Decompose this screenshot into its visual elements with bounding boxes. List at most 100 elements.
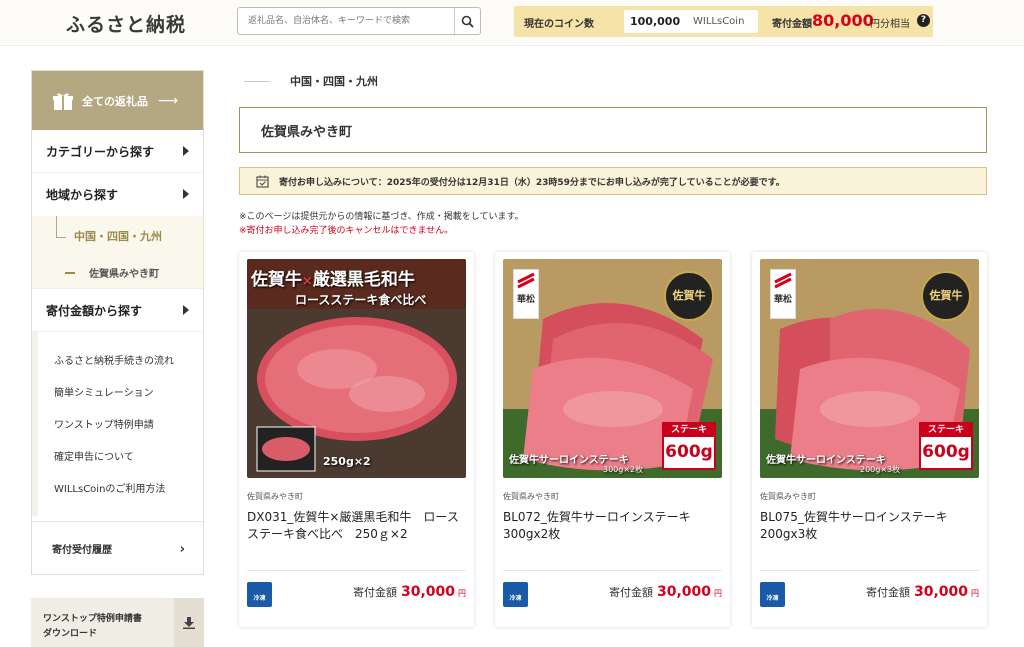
divider [503, 570, 722, 571]
tag-top: ステーキ [921, 424, 971, 437]
weight-tag: ステーキ 600g [662, 422, 716, 470]
tag-weight: 600g [665, 442, 713, 462]
cancel-note: ※寄付お申し込み完了後のキャンセルはできません。 [239, 226, 454, 236]
all-items-button[interactable]: 全ての返礼品 ⟶ [32, 71, 203, 130]
help-icon[interactable]: ? [917, 14, 930, 27]
site-logo[interactable]: ふるさと納税 [66, 10, 186, 37]
notice-text: 寄付お申し込みについて：2025年の受付分は12月31日（水）23時59分までに… [279, 177, 785, 188]
weight-tag: ステーキ 600g [919, 422, 973, 470]
product-name[interactable]: BL072_佐賀牛サーロインステーキ300gx2枚 [503, 509, 725, 543]
sidebar-item-label: 地域から探す [46, 188, 119, 202]
sidebar-item-region[interactable]: 地域から探す [32, 173, 203, 216]
download-label-line1: ワンストップ特例申請書 [43, 614, 142, 624]
freeze-icon: 冷凍 [503, 582, 528, 607]
sidebar-links: ふるさと納税手続きの流れ 簡単シミュレーション ワンストップ特例申請 確定申告に… [32, 332, 203, 516]
tag-weight: 600g [922, 442, 970, 462]
sidebar-item-category[interactable]: カテゴリーから探す [32, 130, 203, 173]
brand-logo: 華松 [513, 269, 539, 319]
download-label-line2: ダウンロード [43, 629, 98, 639]
history-label: 寄付受付履歴 [52, 545, 112, 556]
product-card[interactable]: 佐賀牛×厳選黒毛和牛 ロースステーキ食べ比べ 250g×2 佐賀県みやき町 DX… [239, 252, 474, 627]
price-value: 30,000 [400, 584, 455, 600]
coin-value: 100,000 [630, 15, 681, 28]
sidebar-item-label: カテゴリーから探す [46, 144, 155, 159]
sidebar: 全ての返礼品 ⟶ カテゴリーから探す 地域から探す 中国・四国・九州 佐賀県みや… [31, 70, 204, 575]
donation-unit: 円分相当 [870, 19, 910, 30]
breadcrumb: 中国・四国・九州 [244, 73, 378, 89]
product-image[interactable]: 佐賀牛×厳選黒毛和牛 ロースステーキ食べ比べ 250g×2 [247, 259, 466, 478]
tag-top: ステーキ [664, 424, 714, 437]
coin-unit: WILLsCoin [693, 16, 745, 27]
search-input[interactable] [238, 8, 454, 34]
sidebar-link[interactable]: ワンストップ特例申請 [38, 410, 203, 442]
price-label: 寄付金額 [352, 586, 397, 599]
product-card[interactable]: 華松 佐賀牛 佐賀牛サーロインステーキ 300g×2枚 ステーキ 600g 佐賀… [495, 252, 730, 627]
product-price: 寄付金額 30,000 円 [353, 584, 466, 600]
product-name[interactable]: BL075_佐賀牛サーロインステーキ200gx3枚 [760, 509, 982, 543]
price-unit: 円 [714, 589, 722, 598]
freeze-icon: 冷凍 [247, 582, 272, 607]
page-title: 佐賀県みやき町 [239, 107, 987, 153]
coin-bar: 現在のコイン数 100,000 WILLsCoin 寄付金額 80,000 円分… [514, 6, 933, 37]
sidebar-subitem-municipality[interactable]: 佐賀県みやき町 [32, 256, 203, 289]
triangle-right-icon [183, 146, 189, 156]
download-button[interactable]: ワンストップ特例申請書 ダウンロード [31, 598, 204, 647]
calendar-check-icon [256, 175, 269, 188]
triangle-right-icon [183, 305, 189, 315]
image-title-part: 佐賀牛 [251, 270, 302, 290]
search-icon [461, 15, 474, 28]
gift-icon [53, 93, 73, 110]
all-items-label: 全ての返礼品 [82, 94, 148, 108]
download-label: ワンストップ特例申請書 ダウンロード [43, 612, 142, 642]
sidebar-link[interactable]: 簡単シミュレーション [38, 378, 203, 410]
price-value: 30,000 [656, 584, 711, 600]
search-button[interactable] [454, 8, 480, 34]
brand-logo: 華松 [770, 269, 796, 319]
brand-name: 華松 [773, 295, 792, 305]
breadcrumb-home[interactable] [244, 80, 270, 82]
product-image[interactable]: 華松 佐賀牛 佐賀牛サーロインステーキ 300g×2枚 ステーキ 600g [503, 259, 722, 478]
dash-icon [65, 272, 75, 274]
tree-line [56, 216, 66, 238]
product-municipality: 佐賀県みやき町 [247, 492, 303, 501]
brand-name: 華松 [516, 295, 535, 305]
price-label: 寄付金額 [608, 586, 653, 599]
coin-label: 現在のコイン数 [524, 19, 594, 30]
sidebar-subitem-region[interactable]: 中国・四国・九州 [32, 216, 203, 256]
triangle-right-icon [183, 189, 189, 199]
freeze-icon: 冷凍 [760, 582, 785, 607]
arrow-right-icon: ⟶ [158, 92, 179, 109]
sidebar-link[interactable]: ふるさと納税手続きの流れ [38, 346, 203, 378]
header: ふるさと納税 現在のコイン数 100,000 WILLsCoin 寄付金額 80… [0, 0, 1024, 46]
price-label: 寄付金額 [865, 586, 910, 599]
product-image[interactable]: 華松 佐賀牛 佐賀牛サーロインステーキ 200g×3枚 ステーキ 600g [760, 259, 979, 478]
info-note: ※このページは提供元からの情報に基づき、作成・掲載をしています。 [239, 212, 524, 222]
image-weight: 300g×2枚 [603, 465, 644, 474]
history-link[interactable]: 寄付受付履歴 › [32, 521, 203, 575]
image-weight: 250g×2 [323, 455, 371, 468]
price-unit: 円 [971, 589, 979, 598]
divider [760, 570, 979, 571]
image-weight: 200g×3枚 [860, 465, 901, 474]
image-title-part: 厳選黒毛和牛 [312, 270, 415, 290]
product-price: 寄付金額 30,000 円 [609, 584, 722, 600]
sidebar-item-amount[interactable]: 寄付金額から探す [32, 289, 203, 332]
donation-value: 80,000 [812, 11, 874, 30]
brand-seal: 佐賀牛 [664, 271, 714, 321]
divider [247, 570, 466, 571]
notice-banner: 寄付お申し込みについて：2025年の受付分は12月31日（水）23時59分までに… [239, 167, 987, 195]
price-unit: 円 [458, 589, 466, 598]
donation-label: 寄付金額 [772, 19, 812, 30]
product-price: 寄付金額 30,000 円 [866, 584, 979, 600]
sidebar-link[interactable]: WILLsCoinのご利用方法 [38, 474, 203, 506]
search-box [237, 7, 481, 35]
product-card[interactable]: 華松 佐賀牛 佐賀牛サーロインステーキ 200g×3枚 ステーキ 600g 佐賀… [752, 252, 987, 627]
image-title: 佐賀牛×厳選黒毛和牛 [251, 265, 415, 290]
sidebar-link[interactable]: 確定申告について [38, 442, 203, 474]
image-subtitle: ロースステーキ食べ比べ [295, 293, 427, 307]
product-name[interactable]: DX031_佐賀牛×厳選黒毛和牛 ロースステーキ食べ比べ 250ｇ×2 [247, 509, 469, 543]
price-value: 30,000 [913, 584, 968, 600]
breadcrumb-current: 中国・四国・九州 [290, 75, 378, 88]
download-icon [174, 598, 204, 647]
chevron-right-icon: › [179, 542, 185, 557]
